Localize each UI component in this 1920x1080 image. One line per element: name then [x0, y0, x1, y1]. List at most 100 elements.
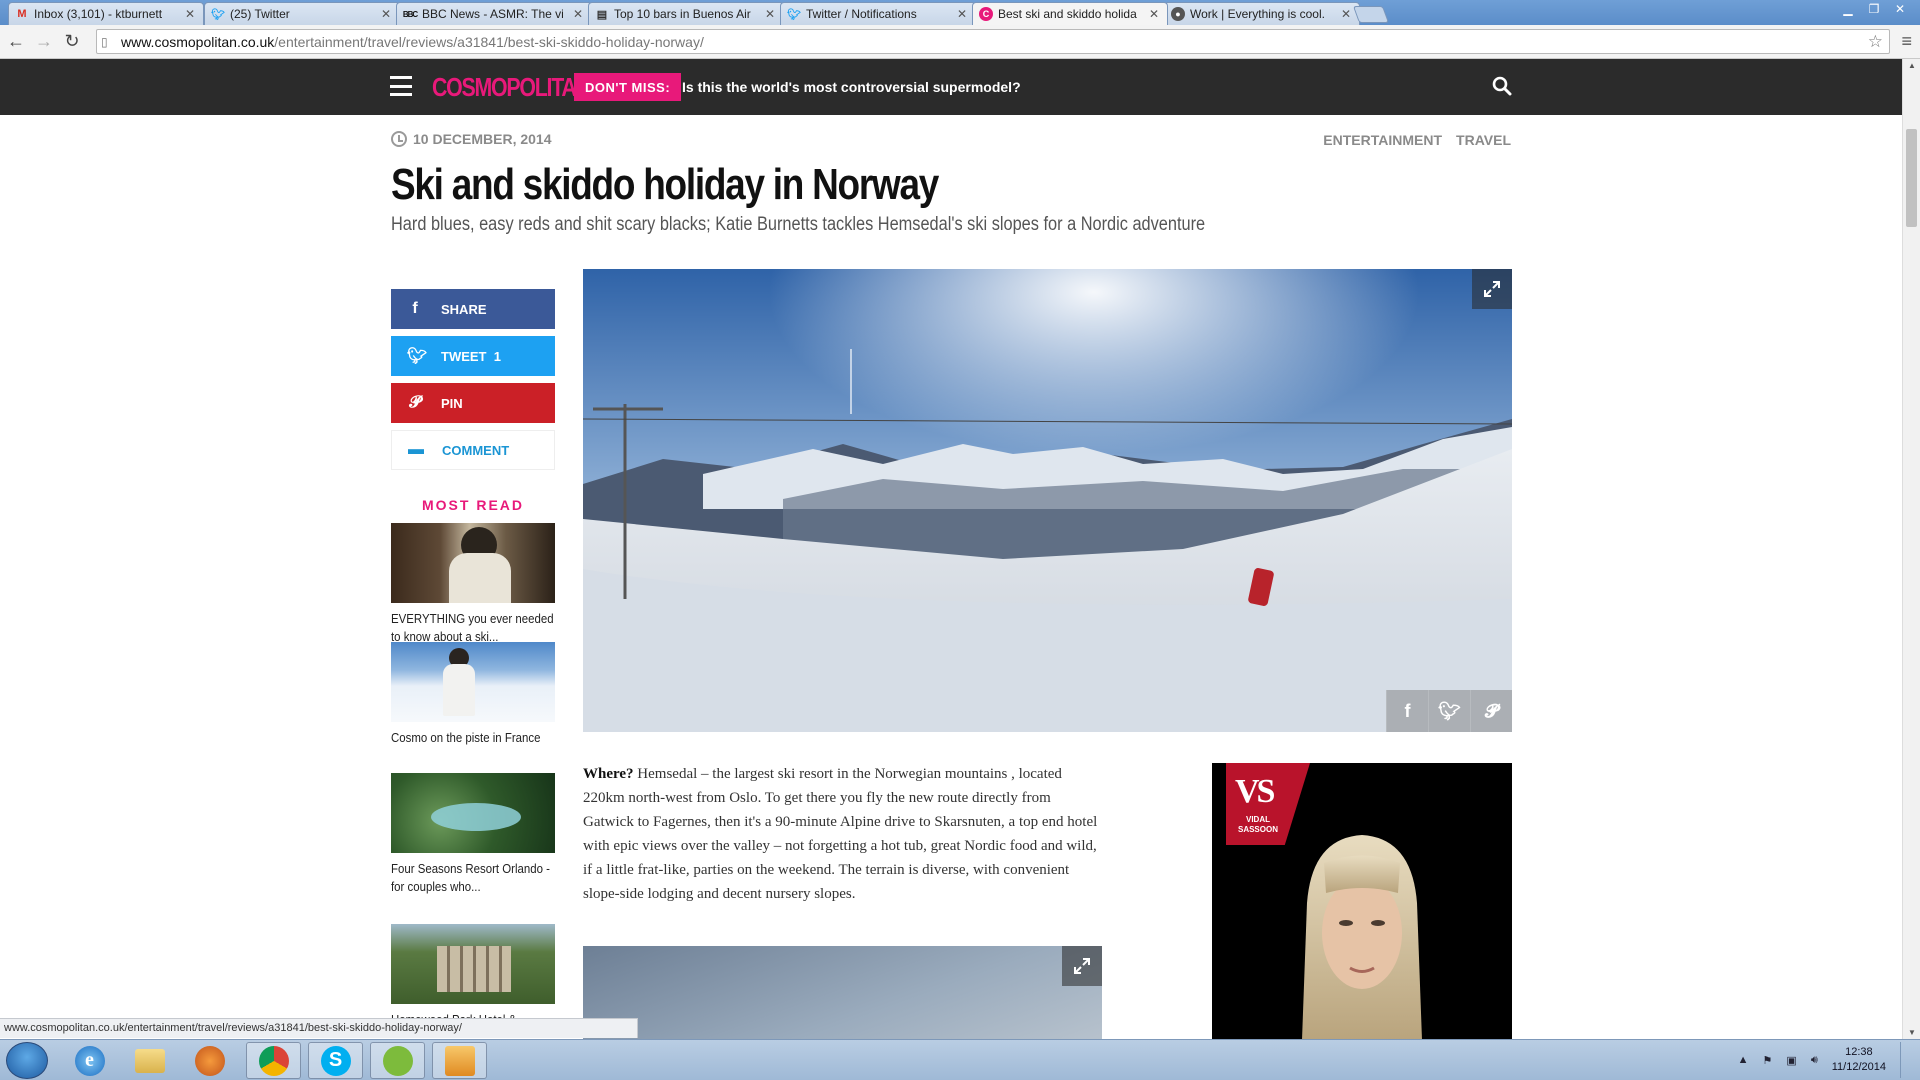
cosmo-icon: C: [979, 7, 993, 21]
internet-explorer-icon: e: [74, 1045, 105, 1076]
show-desktop-button[interactable]: [1900, 1042, 1910, 1078]
tab-title: Top 10 bars in Buenos Air: [614, 7, 751, 21]
most-read-thumbnail[interactable]: [391, 924, 555, 1004]
pinterest-pin-button[interactable]: 𝓟 PIN: [391, 383, 555, 423]
category-link-travel[interactable]: TRAVEL: [1456, 132, 1511, 148]
close-tab-icon[interactable]: ✕: [573, 7, 585, 21]
most-read-heading: MOST READ: [422, 497, 524, 513]
reload-icon[interactable]: ↻: [60, 30, 84, 54]
chrome-icon: [258, 1045, 289, 1076]
facebook-icon: f: [412, 300, 418, 317]
tab-title: Work | Everything is cool.: [1190, 7, 1325, 21]
new-tab-button[interactable]: [1352, 6, 1390, 23]
tweet-label: TWEET 1: [441, 349, 501, 364]
tab-title: Inbox (3,101) - ktburnett: [34, 7, 163, 21]
most-read-item[interactable]: Four Seasons Resort Orlando - for couple…: [391, 773, 555, 896]
taskbar-internet-explorer[interactable]: e: [62, 1042, 117, 1079]
action-center-flag-icon[interactable]: ⚑: [1763, 1054, 1773, 1067]
address-bar[interactable]: ▯ www.cosmopolitan.co.uk/entertainment/t…: [96, 29, 1890, 54]
twitter-icon: 🐦︎: [211, 8, 225, 21]
close-tab-icon[interactable]: ✕: [185, 7, 197, 21]
most-read-caption[interactable]: Four Seasons Resort Orlando - for couple…: [391, 860, 555, 896]
taskbar-chrome[interactable]: [246, 1042, 301, 1079]
tab-bbc[interactable]: BBC BBC News - ASMR: The vi ✕: [396, 2, 592, 25]
article-title: Ski and skiddo holiday in Norway: [391, 160, 939, 209]
article-body-paragraph: Where? Hemsedal – the largest ski resort…: [583, 762, 1103, 906]
network-icon[interactable]: ▣: [1786, 1054, 1796, 1067]
taskbar-media-player[interactable]: [182, 1042, 237, 1079]
taskbar-clock[interactable]: 12:38 11/12/2014: [1832, 1045, 1886, 1075]
taskbar-outlook[interactable]: [432, 1042, 487, 1079]
taskbar-spotify[interactable]: [370, 1042, 425, 1079]
twitter-icon[interactable]: 🐦︎: [1428, 690, 1470, 732]
chrome-menu-icon[interactable]: ≡: [1901, 31, 1912, 52]
forward-icon[interactable]: →: [32, 30, 56, 54]
windows-start-button[interactable]: [6, 1042, 48, 1079]
facebook-icon[interactable]: f: [1386, 690, 1428, 732]
most-read-thumbnail[interactable]: [391, 523, 555, 603]
category-link-entertainment[interactable]: ENTERTAINMENT: [1323, 132, 1442, 148]
dont-miss-teaser-link[interactable]: Is this the world's most controversial s…: [682, 79, 1021, 95]
close-window-icon[interactable]: ✕: [1888, 0, 1912, 18]
browser-status-bar: www.cosmopolitan.co.uk/entertainment/tra…: [0, 1018, 638, 1038]
show-hidden-icons-icon[interactable]: ▲: [1738, 1054, 1749, 1066]
vidal-sassoon-advert[interactable]: VS VIDAL SASSOON: [1212, 763, 1512, 1040]
pinterest-icon: 𝓟: [409, 394, 421, 411]
tweet-count: 1: [493, 348, 501, 364]
twitter-icon: 🐦︎: [407, 348, 428, 365]
tab-cosmopolitan[interactable]: C Best ski and skiddo holida ✕: [972, 2, 1168, 25]
most-read-item[interactable]: EVERYTHING you ever needed to know about…: [391, 523, 555, 646]
bookmark-star-icon[interactable]: ☆: [1868, 32, 1883, 52]
hamburger-menu-icon[interactable]: [390, 76, 412, 96]
close-tab-icon[interactable]: ✕: [957, 7, 969, 21]
expand-image-icon[interactable]: [1062, 946, 1102, 986]
close-tab-icon[interactable]: ✕: [1149, 7, 1161, 21]
back-icon[interactable]: ←: [4, 30, 28, 54]
scroll-down-icon[interactable]: ▼: [1908, 1028, 1916, 1037]
tab-title: Twitter / Notifications: [806, 7, 917, 21]
most-read-caption[interactable]: EVERYTHING you ever needed to know about…: [391, 610, 555, 646]
minimize-icon[interactable]: ▁: [1836, 0, 1860, 18]
most-read-caption[interactable]: Cosmo on the piste in France: [391, 729, 555, 747]
twitter-icon: 🐦︎: [787, 8, 801, 21]
volume-icon[interactable]: 🔊︎: [1811, 1054, 1818, 1067]
browser-tab-strip: M Inbox (3,101) - ktburnett ✕ 🐦︎ (25) Tw…: [0, 0, 1920, 25]
tab-twitter[interactable]: 🐦︎ (25) Twitter ✕: [204, 2, 400, 25]
restore-icon[interactable]: ❐: [1862, 0, 1886, 18]
scrollbar-thumb[interactable]: [1906, 129, 1917, 227]
tab-buenos-aires[interactable]: ▤ Top 10 bars in Buenos Air ✕: [588, 2, 784, 25]
cosmopolitan-logo[interactable]: COSMOPOLITAN: [432, 72, 591, 103]
article-categories: ENTERTAINMENT TRAVEL: [1323, 132, 1511, 148]
second-article-image[interactable]: [583, 946, 1102, 1040]
tab-title: Best ski and skiddo holida: [998, 7, 1137, 21]
clock-time: 12:38: [1845, 1046, 1873, 1058]
tweet-text: TWEET: [441, 348, 487, 364]
pinterest-icon[interactable]: 𝓟: [1470, 690, 1512, 732]
page-scrollbar[interactable]: ▲ ▼: [1902, 59, 1920, 1039]
taskbar-skype[interactable]: S: [308, 1042, 363, 1079]
most-read-item[interactable]: Cosmo on the piste in France: [391, 642, 555, 747]
search-icon[interactable]: [1492, 76, 1512, 96]
close-tab-icon[interactable]: ✕: [765, 7, 777, 21]
comment-button[interactable]: ▬ COMMENT: [391, 430, 555, 470]
tab-work[interactable]: ● Work | Everything is cool. ✕: [1164, 2, 1360, 25]
article-standfirst: Hard blues, easy reds and shit scary bla…: [391, 214, 1206, 235]
article-date: 10 DECEMBER, 2014: [391, 131, 552, 147]
most-read-thumbnail[interactable]: [391, 773, 555, 853]
gmail-icon: M: [17, 8, 27, 20]
comment-bubble-icon: ▬: [408, 441, 424, 458]
hero-image[interactable]: f 🐦︎ 𝓟: [583, 269, 1512, 732]
tab-twitter-notifications[interactable]: 🐦︎ Twitter / Notifications ✕: [780, 2, 976, 25]
close-tab-icon[interactable]: ✕: [1341, 7, 1353, 21]
close-tab-icon[interactable]: ✕: [381, 7, 393, 21]
facebook-share-button[interactable]: f SHARE: [391, 289, 555, 329]
url-path: /entertainment/travel/reviews/a31841/bes…: [274, 33, 704, 50]
most-read-thumbnail[interactable]: [391, 642, 555, 722]
taskbar-file-explorer[interactable]: [122, 1042, 177, 1079]
tab-gmail[interactable]: M Inbox (3,101) - ktburnett ✕: [8, 2, 204, 25]
scroll-up-icon[interactable]: ▲: [1908, 61, 1916, 70]
tweet-button[interactable]: 🐦︎ TWEET 1: [391, 336, 555, 376]
page-icon: ▤: [596, 8, 608, 21]
expand-image-icon[interactable]: [1472, 269, 1512, 309]
most-read-item[interactable]: Homewood Park Hotel &...: [391, 924, 555, 1029]
